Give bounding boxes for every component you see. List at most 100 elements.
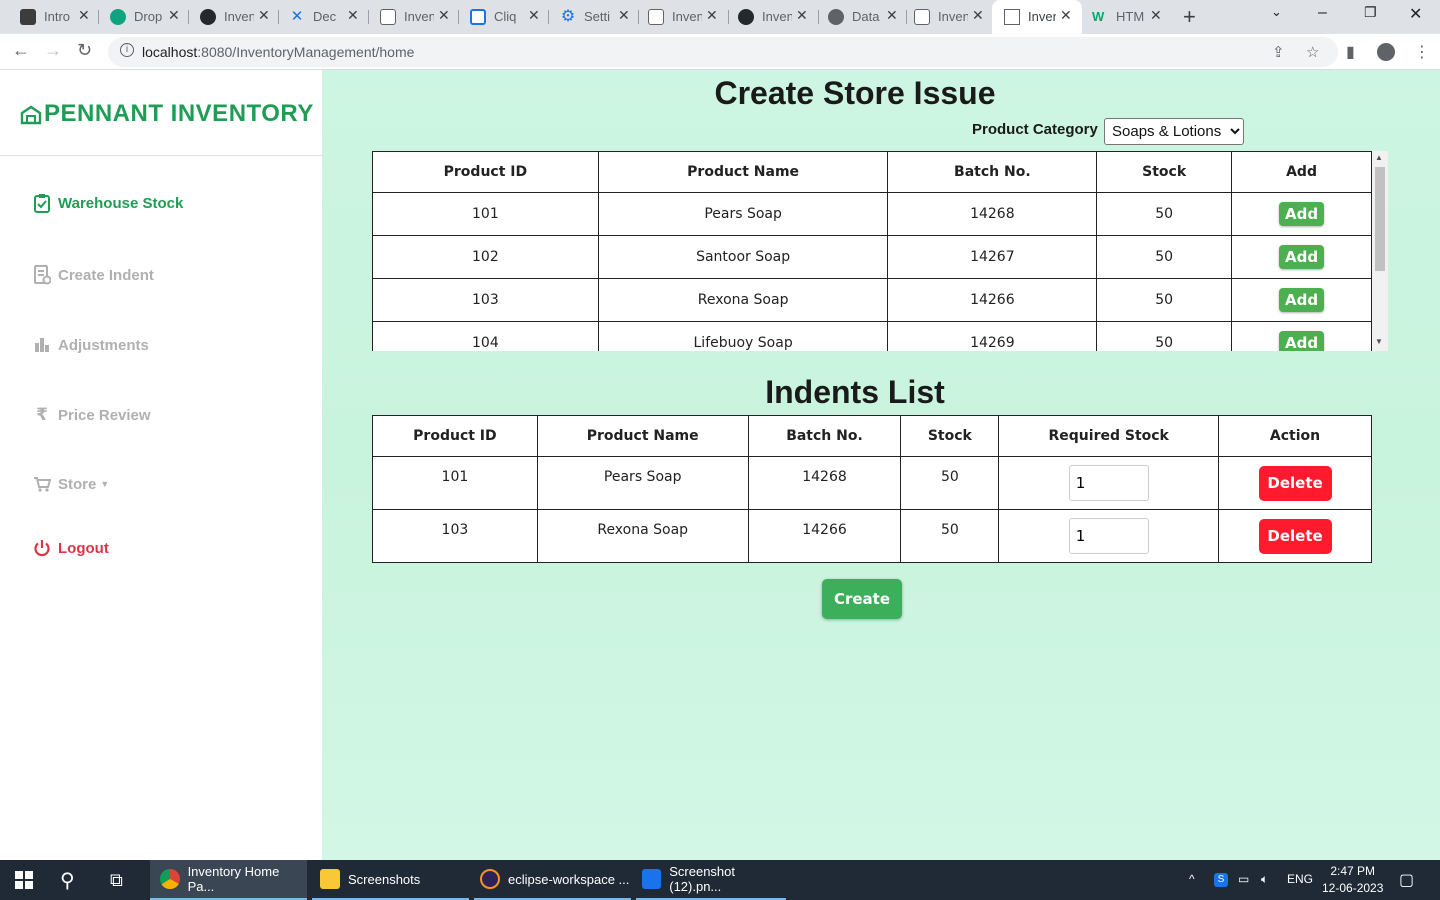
category-select[interactable]: Soaps & Lotions (1104, 118, 1244, 145)
batch-no: 14268 (887, 192, 1098, 236)
close-icon[interactable]: ✕ (438, 7, 450, 24)
profile-avatar-icon[interactable] (1377, 43, 1395, 61)
product-id: 101 (372, 192, 599, 236)
column-header: Stock (1096, 151, 1233, 193)
sidebar-item-label: Price Review (58, 406, 151, 424)
taskbar-app-photos[interactable]: Screenshot (12).pn... (636, 860, 786, 900)
close-icon[interactable]: ✕ (528, 7, 540, 24)
github-icon (738, 9, 754, 25)
products-table: Product ID Product Name Batch No. Stock … (372, 151, 1372, 351)
browser-tab[interactable]: Data ✕ (808, 4, 906, 30)
share-icon[interactable]: ⇪ (1272, 43, 1285, 61)
url-text: localhost:8080/InventoryManagement/home (142, 44, 415, 60)
taskbar-app-explorer[interactable]: Screenshots (312, 860, 469, 900)
products-table-container[interactable]: Product ID Product Name Batch No. Stock … (372, 151, 1388, 351)
required-stock-input[interactable] (1068, 518, 1149, 554)
browser-tab[interactable]: Inven ✕ (360, 4, 458, 30)
brand[interactable]: PENNANT INVENTORY (20, 100, 314, 128)
scroll-up-arrow-icon[interactable]: ▲ (1375, 153, 1383, 162)
language-indicator[interactable]: ENG (1287, 872, 1313, 886)
close-icon[interactable]: ✕ (972, 7, 984, 24)
sidebar-item-warehouse-stock[interactable]: Warehouse Stock (32, 193, 183, 213)
browser-tab[interactable]: Inven ✕ (628, 4, 726, 30)
close-icon[interactable]: ✕ (258, 7, 270, 24)
w3-icon: W (1092, 9, 1105, 24)
sidebar-item-create-indent[interactable]: Create Indent (32, 265, 154, 285)
browser-tab[interactable]: Intro ✕ (0, 4, 98, 30)
delete-button[interactable]: Delete (1258, 465, 1332, 501)
scroll-down-arrow-icon[interactable]: ▼ (1375, 337, 1383, 346)
add-button[interactable]: Add (1279, 331, 1325, 351)
start-windows-icon[interactable] (14, 860, 34, 900)
task-view-icon[interactable]: ⧉ (110, 860, 123, 900)
cart-icon (32, 474, 52, 494)
stock: 50 (1096, 192, 1233, 236)
add-button[interactable]: Add (1279, 245, 1325, 269)
volume-mute-icon[interactable]: 🔈︎ (1261, 872, 1268, 887)
table-row: 101 Pears Soap 14268 50 Add (372, 192, 1372, 236)
add-button[interactable]: Add (1279, 202, 1325, 226)
search-icon[interactable]: ⚲ (60, 860, 75, 900)
close-icon[interactable]: ✕ (1150, 7, 1162, 24)
scrollbar-thumb[interactable] (1375, 167, 1385, 271)
skype-icon[interactable]: S (1214, 873, 1228, 887)
brand-name: PENNANT INVENTORY (44, 100, 314, 127)
restore-icon[interactable]: ❐ (1364, 4, 1377, 21)
stock: 50 (900, 456, 1000, 510)
browser-tab[interactable]: ⚙ Setti ✕ (540, 4, 638, 30)
taskbar-app-chrome[interactable]: Inventory Home Pa... (150, 860, 307, 900)
browser-tab[interactable]: Inven ✕ (894, 4, 992, 30)
delete-button[interactable]: Delete (1258, 518, 1332, 554)
browser-tab[interactable]: W HTM ✕ (1072, 4, 1170, 30)
bookmark-star-icon[interactable]: ☆ (1306, 43, 1319, 61)
browser-tab[interactable]: Cliq ✕ (450, 4, 548, 30)
column-header: Product Name (597, 151, 889, 193)
menu-kebab-icon[interactable]: ⋮ (1414, 42, 1430, 62)
browser-tab-active[interactable]: Inven✕ (992, 0, 1082, 34)
required-stock-input[interactable] (1068, 465, 1149, 501)
category-label: Product Category (972, 121, 1098, 138)
tray-chevron-icon[interactable]: ^ (1189, 872, 1195, 886)
folder-icon (320, 869, 340, 889)
column-header: Action (1218, 415, 1372, 457)
sidebar-item-price-review[interactable]: ₹ Price Review (32, 405, 151, 425)
tab-search-chevron-icon[interactable]: ⌄ (1271, 4, 1282, 20)
close-icon[interactable]: ✕ (78, 7, 90, 24)
batch-no: 14266 (747, 509, 902, 563)
sidebar-item-label: Create Indent (58, 266, 154, 284)
batch-no: 14269 (887, 321, 1098, 351)
close-icon[interactable]: ✕ (168, 7, 180, 24)
browser-tabstrip: Intro ✕ Drop ✕ Inven ✕ ✕ Dec ✕ Inven ✕ Cliq ✕ ⚙… (0, 0, 1440, 34)
system-clock[interactable]: 2:47 PM 12-06-2023 (1322, 863, 1383, 897)
browser-tab[interactable]: Inven ✕ (718, 4, 816, 30)
forward-arrow-icon[interactable]: → (44, 40, 62, 61)
site-info-icon[interactable]: i (120, 43, 134, 57)
close-icon[interactable]: ✕ (706, 7, 718, 24)
window-close-icon[interactable]: ✕ (1409, 4, 1422, 24)
sidebar-item-logout[interactable]: Logout (32, 538, 109, 558)
address-bar[interactable]: i localhost:8080/InventoryManagement/hom… (108, 37, 1338, 67)
indents-table: Product ID Product Name Batch No. Stock … (372, 415, 1372, 563)
close-icon[interactable]: ✕ (1060, 7, 1072, 24)
browser-tab[interactable]: Inven ✕ (180, 4, 278, 30)
sidepanel-icon[interactable]: ▮ (1346, 42, 1355, 62)
browser-tab[interactable]: Drop ✕ (90, 4, 188, 30)
sidebar-item-store[interactable]: Store ▼ (32, 474, 109, 494)
minimize-icon[interactable]: – (1318, 4, 1327, 22)
new-tab-plus-icon[interactable]: + (1183, 4, 1196, 30)
add-button[interactable]: Add (1279, 288, 1325, 312)
close-icon[interactable]: ✕ (347, 7, 359, 24)
create-button[interactable]: Create (822, 579, 902, 619)
taskbar-app-eclipse[interactable]: eclipse-workspace ... (474, 860, 631, 900)
stock: 50 (1096, 235, 1233, 279)
close-icon[interactable]: ✕ (796, 7, 808, 24)
sidebar-item-adjustments[interactable]: Adjustments (32, 335, 149, 355)
notifications-icon[interactable]: ▢ (1399, 870, 1414, 890)
products-scrollbar[interactable]: ▲ ▼ (1372, 151, 1388, 351)
network-icon[interactable]: ▭ (1238, 872, 1249, 886)
back-arrow-icon[interactable]: ← (12, 40, 30, 61)
reload-icon[interactable]: ↻ (77, 40, 92, 61)
browser-tab[interactable]: ✕ Dec ✕ (269, 4, 367, 30)
table-row: 103 Rexona Soap 14266 50 Delete (372, 509, 1372, 563)
stock: 50 (1096, 321, 1233, 351)
